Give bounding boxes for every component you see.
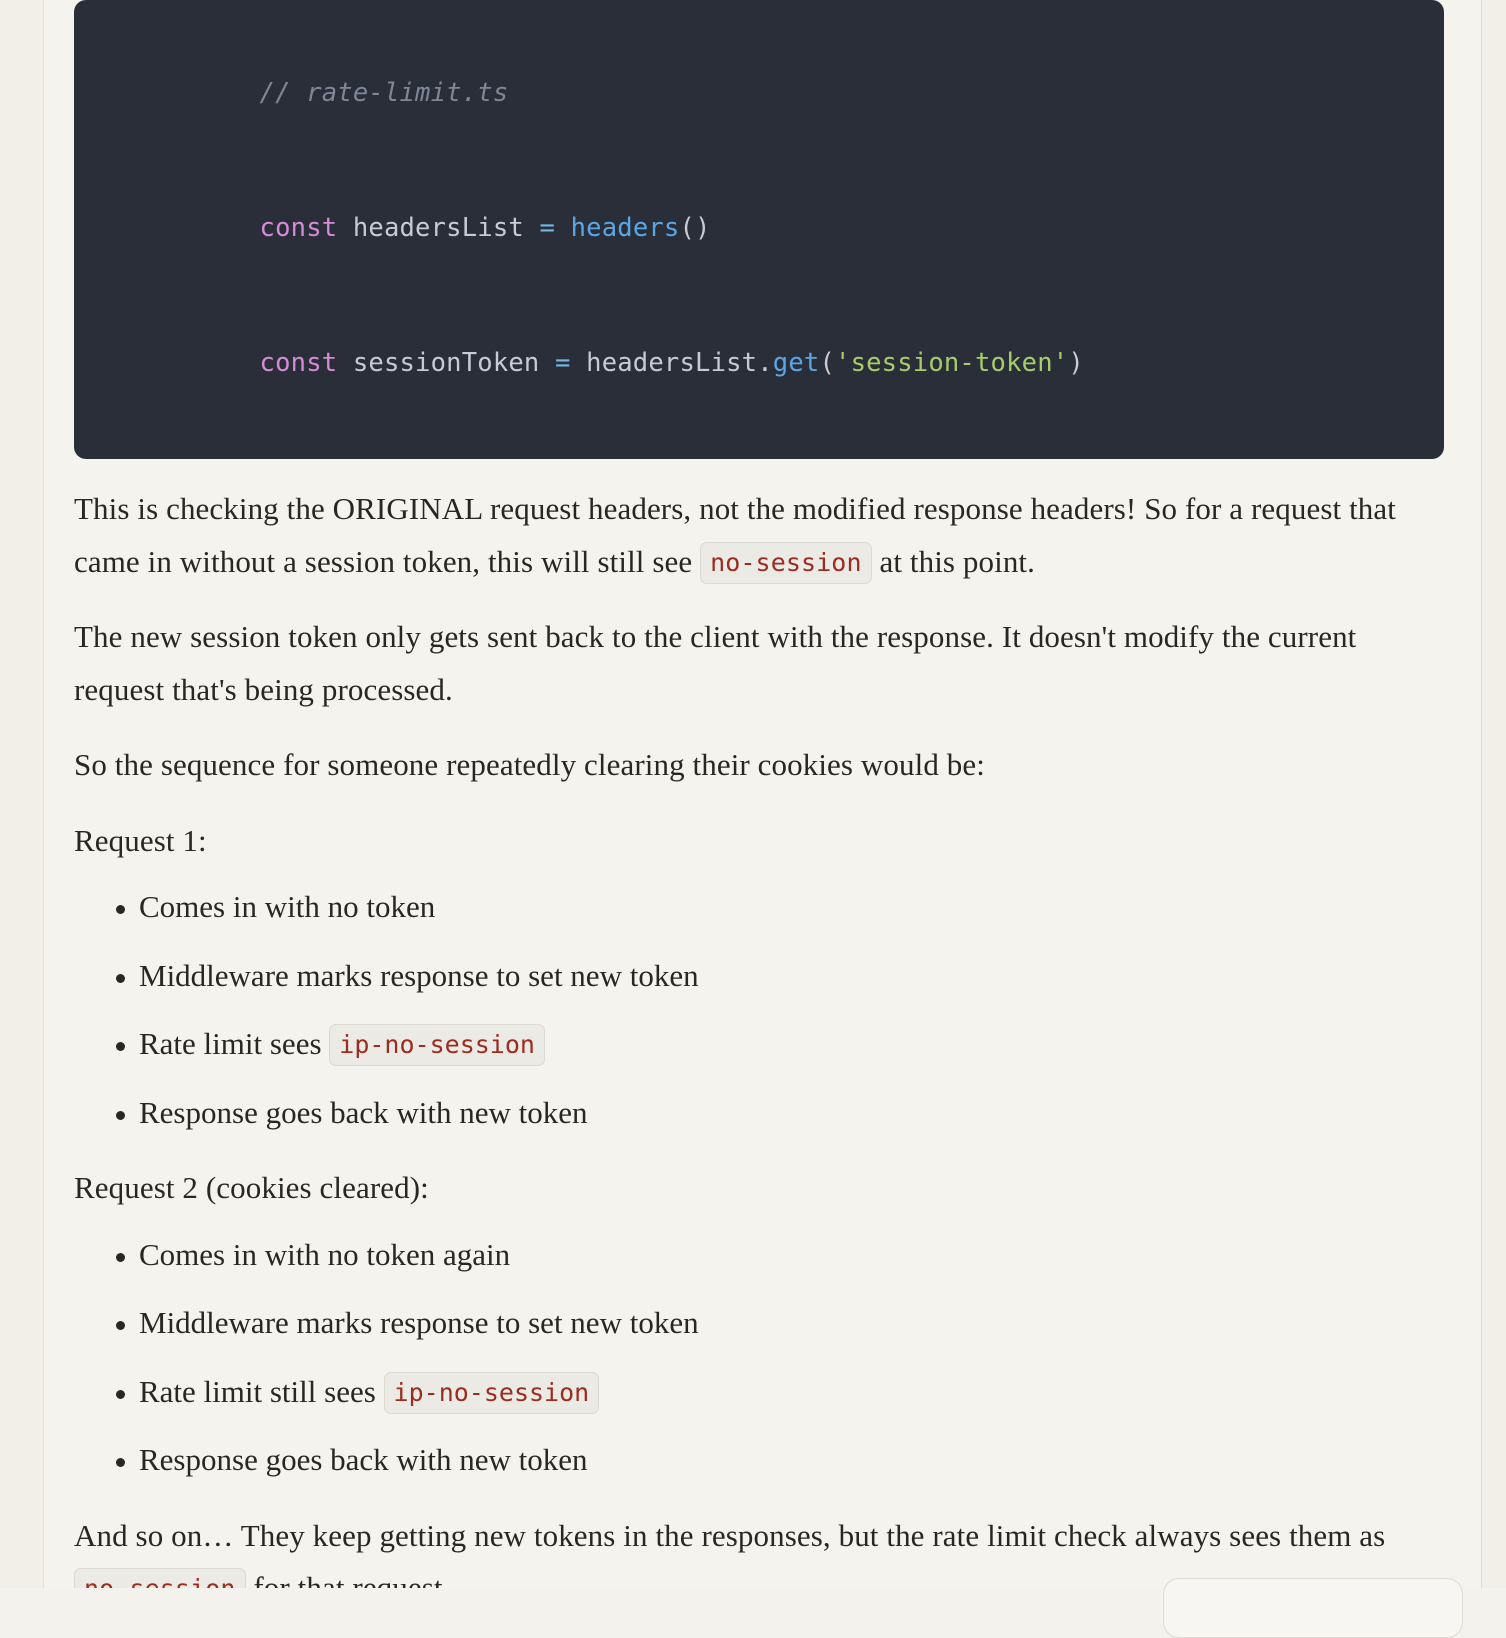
bullet-icon — [116, 1110, 125, 1120]
paragraph-sequence-intro: So the sequence for someone repeatedly c… — [74, 747, 985, 782]
list-item-text: Rate limit still sees — [139, 1373, 384, 1409]
paragraph-text: for that request. — [245, 1570, 451, 1588]
list-item: Response goes back with new token — [74, 1087, 1444, 1140]
bullet-icon — [116, 1321, 125, 1330]
code-line-2: const headersList = headers() — [104, 161, 1414, 296]
code-token-identifier: sessionToken — [337, 348, 556, 378]
paragraph-new-session-token: The new session token only gets sent bac… — [74, 619, 1357, 707]
list-item-text: Response goes back with new token — [139, 1094, 588, 1130]
list-item: Comes in with no token — [74, 881, 1444, 934]
code-block[interactable]: // rate-limit.ts const headersList = hea… — [74, 0, 1444, 459]
list-request-1: Comes in with no token Middleware marks … — [74, 881, 1444, 1139]
inline-code-ip-no-session: ip-no-session — [383, 1371, 600, 1414]
list-item-text: Comes in with no token — [139, 889, 436, 924]
heading-request-2: Request 2 (cookies cleared): — [74, 1170, 429, 1205]
paragraph-and-so-on: And so on… They keep getting new tokens … — [74, 1510, 1444, 1588]
code-token-operator: = — [555, 348, 571, 378]
page-frame: // rate-limit.ts const headersList = hea… — [0, 0, 1506, 1638]
content-pane: // rate-limit.ts const headersList = hea… — [43, 0, 1482, 1588]
bullet-icon — [116, 1389, 125, 1399]
inline-code-ip-no-session: ip-no-session — [329, 1024, 545, 1066]
heading-request-1: Request 1: — [74, 822, 207, 858]
code-token-function: get — [772, 348, 820, 378]
code-line-1: // rate-limit.ts — [104, 26, 1414, 161]
code-token-keyword: const — [259, 348, 338, 378]
bullet-icon — [116, 973, 125, 983]
list-item: Middleware marks response to set new tok… — [74, 1297, 1444, 1350]
code-token-member: headersList. — [570, 348, 773, 378]
code-token-punctuation: () — [679, 213, 711, 243]
list-item-text: Middleware marks response to set new tok… — [139, 1305, 699, 1340]
code-token-operator: = — [539, 213, 556, 243]
bullet-icon — [116, 1458, 125, 1467]
inline-code-no-session: no-session — [74, 1568, 246, 1588]
bullet-icon — [116, 905, 125, 914]
list-item: Comes in with no token again — [74, 1229, 1444, 1282]
bullet-icon — [116, 1252, 125, 1262]
code-token-punctuation: ( — [819, 348, 836, 378]
code-token-string: 'session-token' — [835, 348, 1069, 378]
list-item-text: Comes in with no token again — [139, 1236, 511, 1272]
paragraph-original-headers: This is checking the ORIGINAL request he… — [74, 483, 1444, 588]
list-item-text: Response goes back with new token — [139, 1442, 588, 1477]
code-token-comment: // rate-limit.ts — [259, 78, 509, 108]
paragraph-text: And so on… They keep getting new tokens … — [74, 1517, 1386, 1553]
inline-code-no-session: no-session — [700, 541, 872, 584]
list-item: Middleware marks response to set new tok… — [74, 950, 1444, 1003]
composer-input-peek[interactable] — [1163, 1578, 1463, 1638]
code-line-3: const sessionToken = headersList.get('se… — [104, 296, 1414, 431]
list-request-2: Comes in with no token again Middleware … — [74, 1229, 1444, 1487]
bullet-icon — [116, 1042, 125, 1051]
list-item-text: Middleware marks response to set new tok… — [139, 957, 699, 993]
list-item: Response goes back with new token — [74, 1434, 1444, 1487]
list-item: Rate limit still sees ip-no-session — [74, 1366, 1444, 1419]
code-token-identifier: headersList — [337, 213, 540, 243]
list-item: Rate limit sees ip-no-session — [74, 1018, 1444, 1071]
article-body: // rate-limit.ts const headersList = hea… — [74, 0, 1444, 1588]
code-token-function: headers — [570, 213, 680, 243]
list-item-text: Rate limit sees — [139, 1026, 330, 1061]
paragraph-text: at this point. — [871, 543, 1035, 579]
code-token-keyword: const — [259, 213, 338, 243]
code-token-punctuation: ) — [1068, 348, 1084, 378]
